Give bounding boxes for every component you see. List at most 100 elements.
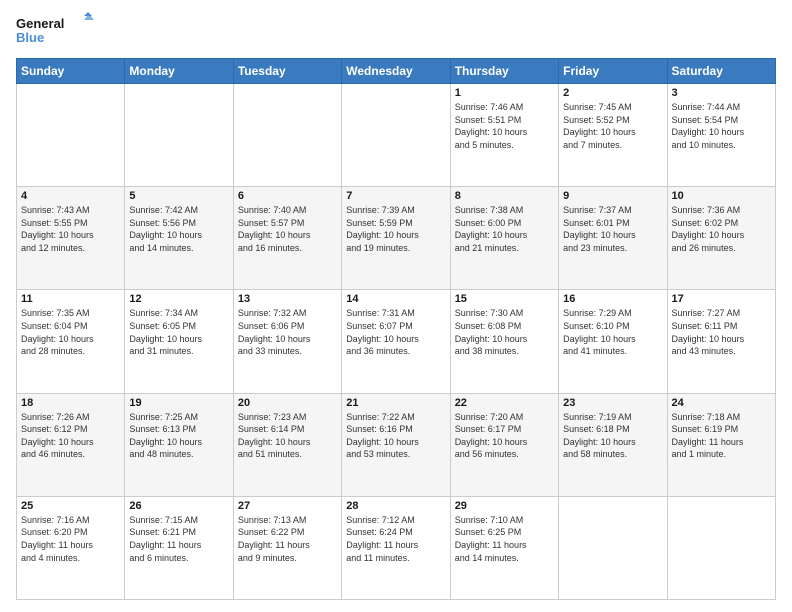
day-of-week-header: Wednesday [342, 59, 450, 84]
calendar-cell: 1 Sunrise: 7:46 AM Sunset: 5:51 PM Daylig… [450, 84, 558, 187]
day-number: 8 [455, 190, 554, 202]
day-number: 9 [563, 190, 662, 202]
calendar-cell: 29 Sunrise: 7:10 AM Sunset: 6:25 PM Dayli… [450, 496, 558, 599]
day-info: Sunrise: 7:12 AM Sunset: 6:24 PM Dayligh… [346, 514, 445, 564]
day-info: Sunrise: 7:36 AM Sunset: 6:02 PM Dayligh… [672, 204, 771, 254]
calendar-cell: 15 Sunrise: 7:30 AM Sunset: 6:08 PM Dayli… [450, 290, 558, 393]
calendar-cell: 6Sunrise: 7:40 AM Sunset: 5:57 PM Daylig… [233, 187, 341, 290]
day-number: 23 [563, 397, 662, 409]
day-info: Sunrise: 7:38 AM Sunset: 6:00 PM Dayligh… [455, 204, 554, 254]
calendar-week-row: 18 Sunrise: 7:26 AM Sunset: 6:12 PM Dayli… [17, 393, 776, 496]
day-info: Sunrise: 7:25 AM Sunset: 6:13 PM Dayligh… [129, 411, 228, 461]
day-info: Sunrise: 7:37 AM Sunset: 6:01 PM Dayligh… [563, 204, 662, 254]
calendar-cell: 11 Sunrise: 7:35 AM Sunset: 6:04 PM Dayli… [17, 290, 125, 393]
calendar-cell: 12 Sunrise: 7:34 AM Sunset: 6:05 PM Dayli… [125, 290, 233, 393]
day-number: 16 [563, 293, 662, 305]
day-number: 29 [455, 500, 554, 512]
day-info: Sunrise: 7:30 AM Sunset: 6:08 PM Dayligh… [455, 307, 554, 357]
logo-svg: General Blue [16, 12, 96, 48]
day-of-week-header: Saturday [667, 59, 775, 84]
calendar-cell: 13 Sunrise: 7:32 AM Sunset: 6:06 PM Dayli… [233, 290, 341, 393]
calendar-cell: 7Sunrise: 7:39 AM Sunset: 5:59 PM Daylig… [342, 187, 450, 290]
day-of-week-header: Tuesday [233, 59, 341, 84]
calendar-week-row: 11 Sunrise: 7:35 AM Sunset: 6:04 PM Dayli… [17, 290, 776, 393]
days-header-row: SundayMondayTuesdayWednesdayThursdayFrid… [17, 59, 776, 84]
day-of-week-header: Monday [125, 59, 233, 84]
day-info: Sunrise: 7:31 AM Sunset: 6:07 PM Dayligh… [346, 307, 445, 357]
day-number: 27 [238, 500, 337, 512]
day-number: 2 [563, 87, 662, 99]
page: General Blue SundayMondayTuesdayWednesda… [0, 0, 792, 612]
calendar-cell: 16Sunrise: 7:29 AM Sunset: 6:10 PM Dayli… [559, 290, 667, 393]
day-info: Sunrise: 7:26 AM Sunset: 6:12 PM Dayligh… [21, 411, 120, 461]
calendar-cell: 22 Sunrise: 7:20 AM Sunset: 6:17 PM Dayli… [450, 393, 558, 496]
calendar-cell [125, 84, 233, 187]
day-info: Sunrise: 7:22 AM Sunset: 6:16 PM Dayligh… [346, 411, 445, 461]
day-info: Sunrise: 7:20 AM Sunset: 6:17 PM Dayligh… [455, 411, 554, 461]
day-number: 3 [672, 87, 771, 99]
calendar-cell: 25 Sunrise: 7:16 AM Sunset: 6:20 PM Dayli… [17, 496, 125, 599]
day-number: 15 [455, 293, 554, 305]
day-number: 21 [346, 397, 445, 409]
calendar-cell: 2Sunrise: 7:45 AM Sunset: 5:52 PM Daylig… [559, 84, 667, 187]
day-info: Sunrise: 7:34 AM Sunset: 6:05 PM Dayligh… [129, 307, 228, 357]
calendar-cell: 19 Sunrise: 7:25 AM Sunset: 6:13 PM Dayli… [125, 393, 233, 496]
day-info: Sunrise: 7:39 AM Sunset: 5:59 PM Dayligh… [346, 204, 445, 254]
calendar-table: SundayMondayTuesdayWednesdayThursdayFrid… [16, 58, 776, 600]
calendar-cell: 28 Sunrise: 7:12 AM Sunset: 6:24 PM Dayli… [342, 496, 450, 599]
day-info: Sunrise: 7:23 AM Sunset: 6:14 PM Dayligh… [238, 411, 337, 461]
calendar-body: 1 Sunrise: 7:46 AM Sunset: 5:51 PM Daylig… [17, 84, 776, 600]
day-number: 5 [129, 190, 228, 202]
day-info: Sunrise: 7:35 AM Sunset: 6:04 PM Dayligh… [21, 307, 120, 357]
day-number: 17 [672, 293, 771, 305]
calendar-cell [342, 84, 450, 187]
calendar-cell: 8 Sunrise: 7:38 AM Sunset: 6:00 PM Daylig… [450, 187, 558, 290]
day-number: 20 [238, 397, 337, 409]
calendar-cell: 5 Sunrise: 7:42 AM Sunset: 5:56 PM Daylig… [125, 187, 233, 290]
calendar-cell: 26 Sunrise: 7:15 AM Sunset: 6:21 PM Dayli… [125, 496, 233, 599]
calendar-cell: 21 Sunrise: 7:22 AM Sunset: 6:16 PM Dayli… [342, 393, 450, 496]
calendar-cell [17, 84, 125, 187]
svg-text:General: General [16, 16, 64, 31]
calendar-cell: 17 Sunrise: 7:27 AM Sunset: 6:11 PM Dayli… [667, 290, 775, 393]
day-number: 12 [129, 293, 228, 305]
day-info: Sunrise: 7:32 AM Sunset: 6:06 PM Dayligh… [238, 307, 337, 357]
calendar-cell: 27Sunrise: 7:13 AM Sunset: 6:22 PM Dayli… [233, 496, 341, 599]
day-of-week-header: Sunday [17, 59, 125, 84]
calendar-cell [233, 84, 341, 187]
day-info: Sunrise: 7:46 AM Sunset: 5:51 PM Dayligh… [455, 101, 554, 151]
day-number: 13 [238, 293, 337, 305]
calendar-cell: 18 Sunrise: 7:26 AM Sunset: 6:12 PM Dayli… [17, 393, 125, 496]
day-number: 24 [672, 397, 771, 409]
day-info: Sunrise: 7:15 AM Sunset: 6:21 PM Dayligh… [129, 514, 228, 564]
day-number: 4 [21, 190, 120, 202]
calendar-cell [559, 496, 667, 599]
day-number: 1 [455, 87, 554, 99]
calendar-cell: 23 Sunrise: 7:19 AM Sunset: 6:18 PM Dayli… [559, 393, 667, 496]
svg-text:Blue: Blue [16, 30, 44, 45]
day-number: 19 [129, 397, 228, 409]
day-info: Sunrise: 7:42 AM Sunset: 5:56 PM Dayligh… [129, 204, 228, 254]
day-number: 26 [129, 500, 228, 512]
day-number: 18 [21, 397, 120, 409]
day-number: 14 [346, 293, 445, 305]
day-info: Sunrise: 7:43 AM Sunset: 5:55 PM Dayligh… [21, 204, 120, 254]
day-info: Sunrise: 7:10 AM Sunset: 6:25 PM Dayligh… [455, 514, 554, 564]
day-number: 28 [346, 500, 445, 512]
day-number: 25 [21, 500, 120, 512]
calendar-week-row: 25 Sunrise: 7:16 AM Sunset: 6:20 PM Dayli… [17, 496, 776, 599]
day-info: Sunrise: 7:27 AM Sunset: 6:11 PM Dayligh… [672, 307, 771, 357]
day-number: 10 [672, 190, 771, 202]
calendar-cell: 3 Sunrise: 7:44 AM Sunset: 5:54 PM Daylig… [667, 84, 775, 187]
calendar-week-row: 4 Sunrise: 7:43 AM Sunset: 5:55 PM Daylig… [17, 187, 776, 290]
day-info: Sunrise: 7:44 AM Sunset: 5:54 PM Dayligh… [672, 101, 771, 151]
logo: General Blue [16, 12, 96, 48]
calendar-cell: 9 Sunrise: 7:37 AM Sunset: 6:01 PM Daylig… [559, 187, 667, 290]
day-info: Sunrise: 7:16 AM Sunset: 6:20 PM Dayligh… [21, 514, 120, 564]
calendar-week-row: 1 Sunrise: 7:46 AM Sunset: 5:51 PM Daylig… [17, 84, 776, 187]
calendar-cell [667, 496, 775, 599]
day-info: Sunrise: 7:19 AM Sunset: 6:18 PM Dayligh… [563, 411, 662, 461]
calendar-cell: 24Sunrise: 7:18 AM Sunset: 6:19 PM Dayli… [667, 393, 775, 496]
day-number: 22 [455, 397, 554, 409]
day-number: 11 [21, 293, 120, 305]
